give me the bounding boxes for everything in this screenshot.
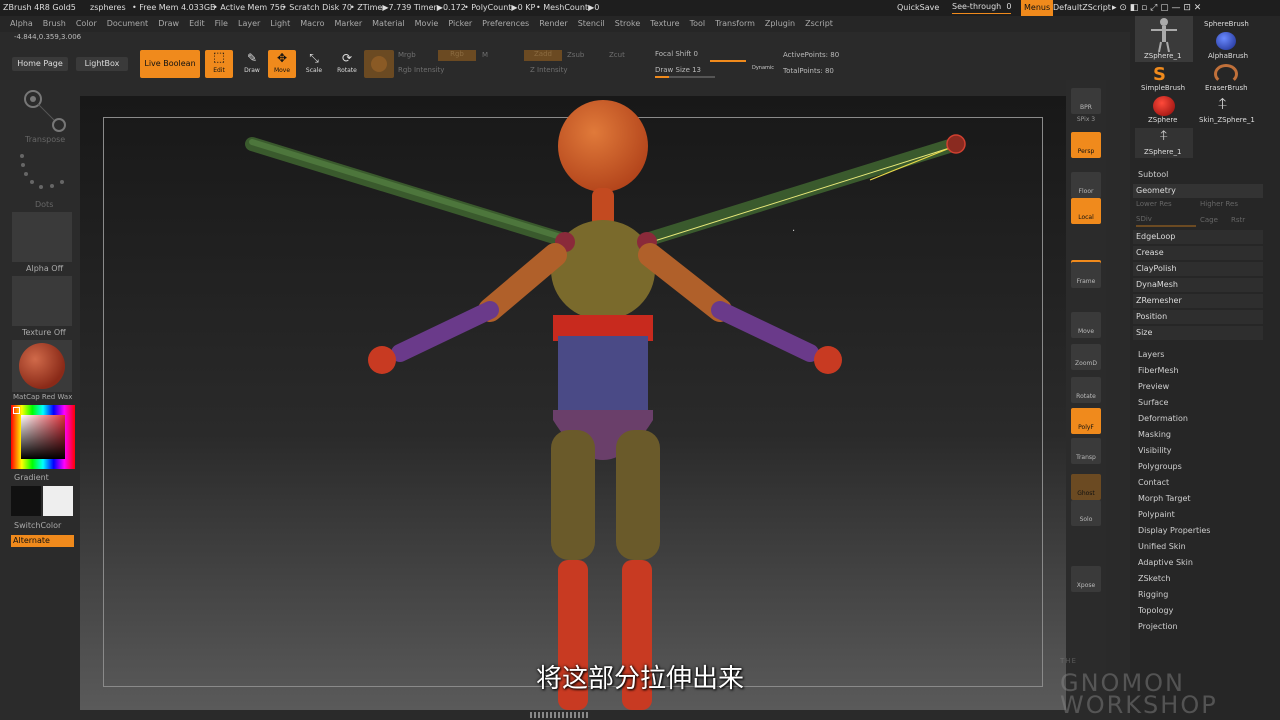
shelf-polyf-button[interactable]: PolyF xyxy=(1071,408,1101,434)
zsphere-tool-icon[interactable] xyxy=(1153,96,1175,116)
palette-layers-section[interactable]: Layers xyxy=(1138,350,1164,359)
shelf-xpose-button[interactable]: Xpose xyxy=(1071,566,1101,592)
left-hand[interactable] xyxy=(368,346,396,374)
shelf-transp-label: Transp xyxy=(1076,454,1096,461)
left-upper-arm[interactable] xyxy=(478,243,567,322)
zsphere-figure-icon xyxy=(1151,18,1177,53)
palette-polygroups-section[interactable]: Polygroups xyxy=(1138,462,1182,471)
shelf-rotate-label: Rotate xyxy=(1076,393,1096,400)
left-thigh[interactable] xyxy=(551,430,595,560)
sdiv-slider[interactable]: SDiv xyxy=(1136,215,1152,223)
shelf-persp-label: Persp xyxy=(1077,148,1095,155)
palette-surface-section[interactable]: Surface xyxy=(1138,398,1168,407)
eraser-brush-icon[interactable] xyxy=(1214,64,1238,84)
left-extension-highlight xyxy=(249,139,567,241)
shelf-floor-button[interactable]: Floor xyxy=(1071,172,1101,198)
right-extension-edge xyxy=(647,145,957,244)
shelf-bpr-label: BPR xyxy=(1080,104,1092,111)
shelf-solo-label: Solo xyxy=(1079,516,1093,523)
tool-name-4: SimpleBrush xyxy=(1141,84,1186,92)
shelf-zoomd-label: ZoomD xyxy=(1075,360,1097,367)
palette-topology-section[interactable]: Topology xyxy=(1138,606,1173,615)
shelf-ghost-button[interactable]: Ghost xyxy=(1071,474,1101,500)
skin-zsphere-icon[interactable]: ⍏ xyxy=(1218,94,1228,114)
tool-name-3: AlphaBrush xyxy=(1208,52,1249,60)
palette-display-properties-section[interactable]: Display Properties xyxy=(1138,526,1210,535)
geometry-dynamesh-subpalette[interactable]: DynaMesh xyxy=(1133,278,1263,292)
shelf-polyf-label: PolyF xyxy=(1078,424,1094,431)
left-forearm[interactable] xyxy=(391,301,499,362)
tool-name-8: ZSphere_1 xyxy=(1144,148,1182,156)
lower-res-button[interactable]: Lower Res xyxy=(1136,200,1172,208)
head-zsphere[interactable] xyxy=(558,100,648,192)
palette-unified-skin-section[interactable]: Unified Skin xyxy=(1138,542,1186,551)
shelf-move-label: Move xyxy=(1077,328,1095,335)
right-forearm[interactable] xyxy=(711,301,819,362)
crosshair-cursor-icon: · xyxy=(792,226,795,237)
zsphere-figure-small-icon: ⍏ xyxy=(1159,128,1169,144)
alpha-brush-icon[interactable] xyxy=(1216,32,1236,50)
palette-visibility-section[interactable]: Visibility xyxy=(1138,446,1172,455)
tool-name-5: EraserBrush xyxy=(1205,84,1248,92)
geometry-crease-subpalette[interactable]: Crease xyxy=(1133,246,1263,260)
window-controls[interactable]: ▸ ⊙ ◧ ▫ ⤢ ▢ — ⊡ ✕ xyxy=(1112,0,1201,16)
gnomon-workshop-watermark: THE GNOMON WORKSHOP xyxy=(1060,650,1218,719)
right-thigh[interactable] xyxy=(616,430,660,560)
shelf-rotate-button[interactable]: Rotate xyxy=(1071,377,1101,403)
tool-name-2[interactable]: SphereBrush xyxy=(1204,20,1249,28)
shelf-persp-button[interactable]: Persp xyxy=(1071,132,1101,158)
end-zsphere[interactable] xyxy=(946,134,966,154)
bottom-shelf-handle[interactable] xyxy=(530,712,590,718)
geometry-position-subpalette[interactable]: Position xyxy=(1133,310,1263,324)
shelf-solo-button[interactable]: Solo xyxy=(1071,500,1101,526)
shelf-move-button[interactable]: Move xyxy=(1071,312,1101,338)
tool-name-1: ZSphere_1 xyxy=(1144,52,1182,60)
tool-name-6: ZSphere xyxy=(1148,116,1178,124)
palette-preview-section[interactable]: Preview xyxy=(1138,382,1169,391)
sdiv-bar xyxy=(1136,225,1196,227)
tool-name-7: Skin_ZSphere_1 xyxy=(1199,116,1255,124)
shelf-frame-button[interactable]: Frame xyxy=(1071,262,1101,288)
simple-brush-icon[interactable]: S xyxy=(1153,64,1166,85)
palette-rigging-section[interactable]: Rigging xyxy=(1138,590,1168,599)
rstr-button[interactable]: Rstr xyxy=(1231,216,1245,224)
right-hand[interactable] xyxy=(814,346,842,374)
abdomen-zspheres[interactable] xyxy=(558,336,648,416)
shelf-bpr-button[interactable]: BPR xyxy=(1071,88,1101,114)
right-upper-arm[interactable] xyxy=(638,243,732,322)
palette-polypaint-section[interactable]: Polypaint xyxy=(1138,510,1175,519)
palette-projection-section[interactable]: Projection xyxy=(1138,622,1178,631)
palette-morph-target-section[interactable]: Morph Target xyxy=(1138,494,1191,503)
cage-button[interactable]: Cage xyxy=(1200,216,1218,224)
shelf-frame-label: Frame xyxy=(1076,278,1096,285)
palette-fibermesh-section[interactable]: FiberMesh xyxy=(1138,366,1179,375)
zsphere-model[interactable]: · xyxy=(0,0,1066,720)
palette-masking-section[interactable]: Masking xyxy=(1138,430,1171,439)
geometry-zremesher-subpalette[interactable]: ZRemesher xyxy=(1133,294,1263,308)
shelf-local-button[interactable]: Local xyxy=(1071,198,1101,224)
spix-label: SPix 3 xyxy=(1076,116,1096,123)
palette-deformation-section[interactable]: Deformation xyxy=(1138,414,1188,423)
shelf-floor-label: Floor xyxy=(1078,188,1094,195)
palette-contact-section[interactable]: Contact xyxy=(1138,478,1169,487)
palette-zsketch-section[interactable]: ZSketch xyxy=(1138,574,1170,583)
geometry-size-subpalette[interactable]: Size xyxy=(1133,326,1263,340)
palette-adaptive-skin-section[interactable]: Adaptive Skin xyxy=(1138,558,1193,567)
shelf-local-label: Local xyxy=(1078,214,1094,221)
geometry-section[interactable]: Geometry xyxy=(1133,184,1263,198)
shelf-xpose-label: Xpose xyxy=(1076,582,1096,589)
shelf-transp-button[interactable]: Transp xyxy=(1071,438,1101,464)
shelf-ghost-label: Ghost xyxy=(1077,490,1095,497)
right-extension-limb[interactable] xyxy=(639,137,963,247)
higher-res-button[interactable]: Higher Res xyxy=(1200,200,1238,208)
subtool-section[interactable]: Subtool xyxy=(1138,170,1168,179)
geometry-claypolish-subpalette[interactable]: ClayPolish xyxy=(1133,262,1263,276)
watermark-line-3: WORKSHOP xyxy=(1060,691,1218,719)
geometry-edgeloop-subpalette[interactable]: EdgeLoop xyxy=(1133,230,1263,244)
shelf-zoomd-button[interactable]: ZoomD xyxy=(1071,344,1101,370)
